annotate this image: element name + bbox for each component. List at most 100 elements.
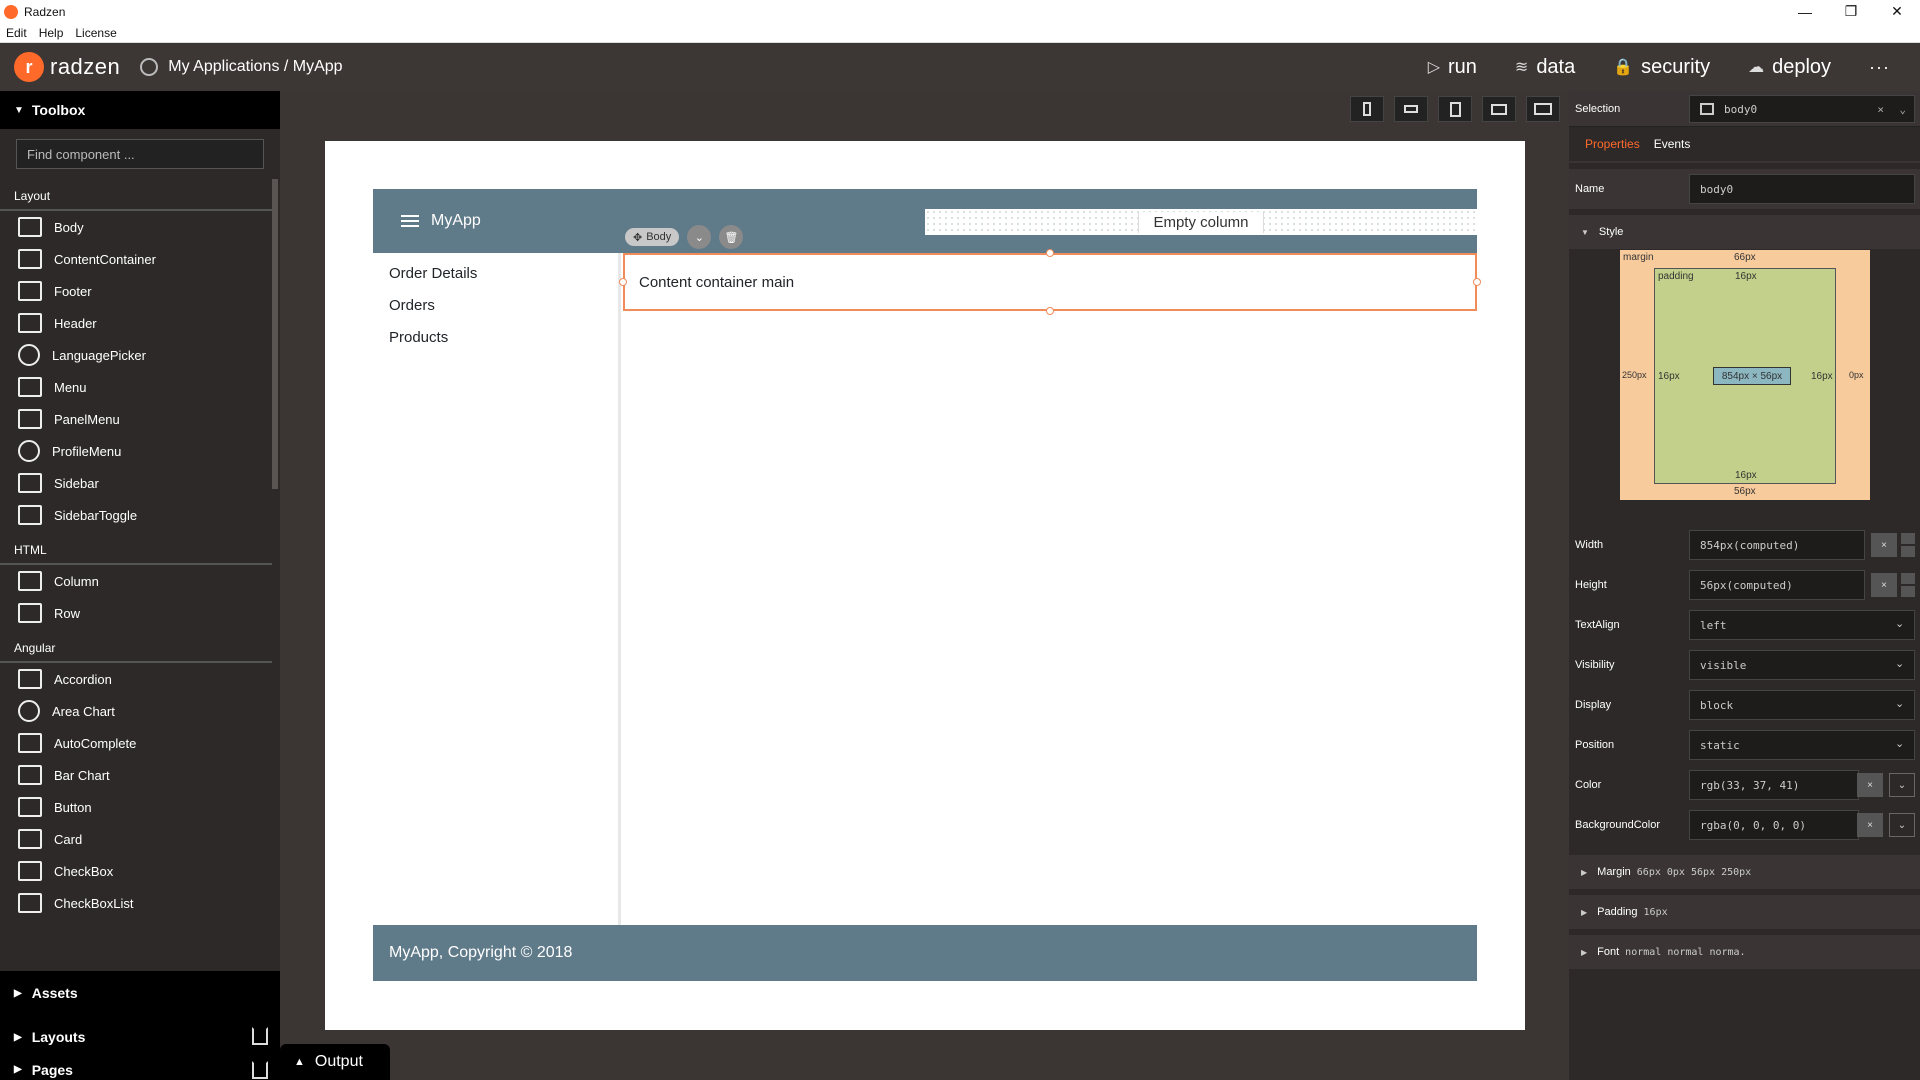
component-languagepicker[interactable]: LanguagePicker — [0, 339, 280, 371]
canvas-app-header[interactable]: MyApp Empty column — [373, 189, 1477, 253]
section-assets[interactable]: ▶ Assets — [0, 971, 280, 1015]
minimize-button[interactable]: — — [1782, 0, 1828, 23]
clear-width-icon[interactable]: × — [1871, 533, 1897, 557]
canvas-app-footer[interactable]: MyApp, Copyright © 2018 — [373, 925, 1477, 981]
resize-handle-right[interactable] — [1473, 278, 1481, 286]
section-padding[interactable]: ▶ Padding 16px — [1569, 895, 1920, 929]
canvas-app-title[interactable]: MyApp — [431, 212, 481, 230]
device-desktop-icon[interactable] — [1526, 96, 1560, 122]
margin-top-value[interactable]: 66px — [1734, 252, 1756, 263]
clear-backgroundcolor-icon[interactable]: × — [1857, 813, 1883, 837]
textalign-input[interactable]: left — [1689, 610, 1915, 640]
padding-right-value[interactable]: 16px — [1811, 371, 1833, 382]
component-footer[interactable]: Footer — [0, 275, 280, 307]
chevron-down-icon[interactable]: ⌄ — [687, 225, 712, 249]
component-area-chart[interactable]: Area Chart — [0, 695, 280, 727]
section-font[interactable]: ▶ Font normal normal norma. — [1569, 935, 1920, 969]
add-page-icon[interactable] — [252, 1061, 268, 1079]
device-tablet-portrait-icon[interactable] — [1438, 96, 1472, 122]
radzen-logo[interactable]: r radzen — [14, 52, 120, 82]
menu-license[interactable]: License — [69, 26, 122, 40]
selection-dropdown[interactable]: body0 × ⌄ — [1689, 95, 1915, 123]
display-input[interactable]: block — [1689, 690, 1915, 720]
toolbox-header[interactable]: ▼ Toolbox — [0, 91, 280, 129]
component-card[interactable]: Card — [0, 823, 280, 855]
margin-right-value[interactable]: 0px — [1849, 370, 1864, 380]
add-layout-icon[interactable] — [252, 1027, 268, 1045]
height-stepper[interactable] — [1901, 573, 1915, 597]
nav-deploy[interactable]: ☁ deploy — [1748, 56, 1831, 79]
output-tab[interactable]: ▲ Output — [280, 1044, 390, 1080]
canvas-sidebar[interactable]: Order Details Orders Products — [373, 253, 621, 925]
component-menu[interactable]: Menu — [0, 371, 280, 403]
backgroundcolor-picker-icon[interactable]: ⌄ — [1889, 813, 1915, 837]
tab-events[interactable]: Events — [1654, 137, 1691, 151]
nav-security[interactable]: 🔒 security — [1613, 56, 1710, 79]
padding-left-value[interactable]: 16px — [1658, 371, 1680, 382]
section-pages[interactable]: ▶ Pages — [0, 1059, 280, 1080]
component-column[interactable]: Column — [0, 565, 280, 597]
component-checkboxlist[interactable]: CheckBoxList — [0, 887, 280, 919]
menu-edit[interactable]: Edit — [0, 26, 33, 40]
breadcrumb[interactable]: My Applications / MyApp — [140, 58, 343, 76]
device-phone-landscape-icon[interactable] — [1394, 96, 1428, 122]
padding-top-value[interactable]: 16px — [1735, 271, 1757, 282]
body-tag[interactable]: ✥ Body — [625, 228, 680, 246]
component-contentcontainer[interactable]: ContentContainer — [0, 243, 280, 275]
canvas-body[interactable]: Content container main — [619, 249, 1481, 925]
trash-icon[interactable]: 🗑 — [719, 225, 744, 249]
component-profilemenu[interactable]: ProfileMenu — [0, 435, 280, 467]
content-container-main[interactable]: Content container main — [623, 253, 1477, 311]
width-stepper[interactable] — [1901, 533, 1915, 557]
padding-bottom-value[interactable]: 16px — [1735, 470, 1757, 481]
nav-run[interactable]: ▷ run — [1428, 56, 1477, 79]
component-panelmenu[interactable]: PanelMenu — [0, 403, 280, 435]
sidebar-toggle-icon[interactable] — [401, 215, 419, 227]
component-sidebartoggle[interactable]: SidebarToggle — [0, 499, 280, 531]
device-phone-portrait-icon[interactable] — [1350, 96, 1384, 122]
component-body[interactable]: Body — [0, 211, 280, 243]
component-sidebar[interactable]: Sidebar — [0, 467, 280, 499]
section-margin[interactable]: ▶ Margin 66px 0px 56px 250px — [1569, 855, 1920, 889]
height-input[interactable]: 56px(computed) — [1689, 570, 1865, 600]
sidebar-link-order-details[interactable]: Order Details — [373, 259, 618, 291]
component-autocomplete[interactable]: AutoComplete — [0, 727, 280, 759]
restore-button[interactable]: ❐ — [1828, 0, 1874, 23]
tab-properties[interactable]: Properties — [1585, 137, 1640, 151]
find-component-input[interactable]: Find component ... — [16, 139, 264, 169]
style-section-header[interactable]: ▼ Style — [1569, 215, 1920, 249]
component-row[interactable]: Row — [0, 597, 280, 629]
sidebar-link-products[interactable]: Products — [373, 323, 618, 355]
margin-bottom-value[interactable]: 56px — [1734, 486, 1756, 497]
nav-data[interactable]: ≋ data — [1515, 56, 1575, 79]
device-tablet-landscape-icon[interactable] — [1482, 96, 1516, 122]
menu-help[interactable]: Help — [33, 26, 70, 40]
empty-column[interactable]: Empty column — [925, 209, 1477, 235]
position-input[interactable]: static — [1689, 730, 1915, 760]
margin-left-value[interactable]: 250px — [1622, 370, 1647, 380]
close-window-button[interactable]: ✕ — [1874, 0, 1920, 23]
width-input[interactable]: 854px(computed) — [1689, 530, 1865, 560]
name-input[interactable]: body0 — [1689, 174, 1915, 204]
component-accordion[interactable]: Accordion — [0, 663, 280, 695]
resize-handle-left[interactable] — [619, 278, 627, 286]
backgroundcolor-input[interactable]: rgba(0, 0, 0, 0) — [1689, 810, 1859, 840]
clear-color-icon[interactable]: × — [1857, 773, 1883, 797]
component-bar-chart[interactable]: Bar Chart — [0, 759, 280, 791]
component-checkbox[interactable]: CheckBox — [0, 855, 280, 887]
clear-height-icon[interactable]: × — [1871, 573, 1897, 597]
component-button[interactable]: Button — [0, 791, 280, 823]
resize-handle-top[interactable] — [1046, 249, 1054, 257]
toolbox-scrollbar[interactable] — [272, 179, 278, 489]
component-header[interactable]: Header — [0, 307, 280, 339]
sidebar-link-orders[interactable]: Orders — [373, 291, 618, 323]
clear-selection-icon[interactable]: × — [1877, 103, 1884, 116]
design-canvas[interactable]: MyApp Empty column ✥ Body ⌄ 🗑 Order Detai… — [325, 141, 1525, 1030]
section-layouts[interactable]: ▶ Layouts — [0, 1015, 280, 1059]
color-input[interactable]: rgb(33, 37, 41) — [1689, 770, 1859, 800]
more-options-icon[interactable]: ··· — [1869, 57, 1890, 78]
move-icon: ✥ — [633, 231, 643, 244]
visibility-input[interactable]: visible — [1689, 650, 1915, 680]
color-picker-icon[interactable]: ⌄ — [1889, 773, 1915, 797]
resize-handle-bottom[interactable] — [1046, 307, 1054, 315]
